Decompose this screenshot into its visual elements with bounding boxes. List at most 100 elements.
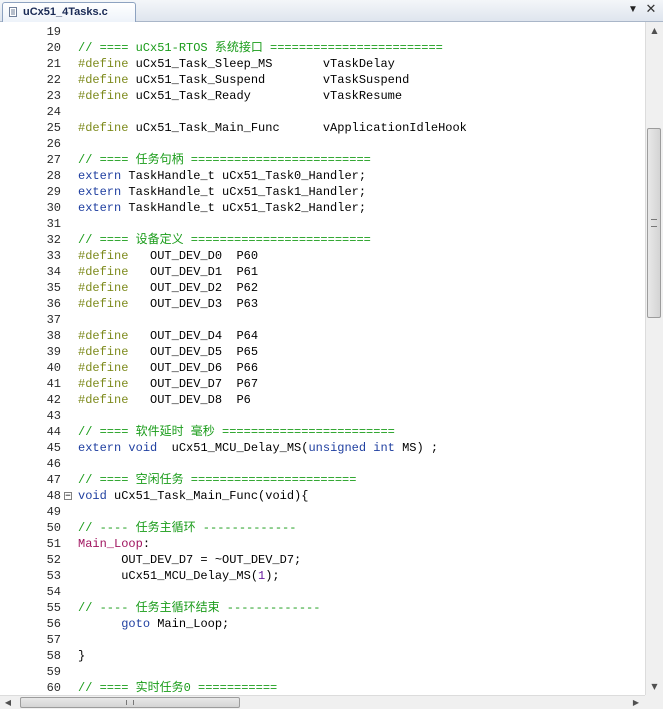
code-line[interactable]: 48− void uCx51_Task_Main_Func(void){ [0,488,645,504]
code-text: extern TaskHandle_t uCx51_Task0_Handler; [78,168,366,184]
code-token: #define [78,73,129,87]
code-token: #define [78,57,129,71]
code-token: void [78,489,107,503]
code-line[interactable]: 44 // ==== 软件延时 毫秒 ======================… [0,424,645,440]
code-token: OUT_DEV_D3 P63 [128,297,259,311]
code-line[interactable]: 35 #define OUT_DEV_D2 P62 [0,280,645,296]
code-text: void uCx51_Task_Main_Func(void){ [78,488,308,504]
code-line[interactable]: 51 Main_Loop: [0,536,645,552]
code-text: #define uCx51_Task_Suspend vTaskSuspend [78,72,409,88]
code-line[interactable]: 41 #define OUT_DEV_D7 P67 [0,376,645,392]
code-line[interactable]: 32 // ==== 设备定义 ========================= [0,232,645,248]
code-line[interactable]: 45 extern void uCx51_MCU_Delay_MS(unsigne… [0,440,645,456]
code-token: #define [78,345,129,359]
code-line[interactable]: 38 #define OUT_DEV_D4 P64 [0,328,645,344]
code-editor[interactable]: 19 20 // ==== uCx51-RTOS 系统接口 ============… [0,22,645,695]
scroll-left-icon[interactable]: ◀ [0,696,16,709]
code-line[interactable]: 57 [0,632,645,648]
code-line[interactable]: 47 // ==== 空闲任务 ======================= [0,472,645,488]
code-text: #define OUT_DEV_D8 P6 [78,392,251,408]
line-number: 20 [46,41,61,55]
code-token: #define [78,377,129,391]
code-line[interactable]: 40 #define OUT_DEV_D6 P66 [0,360,645,376]
file-icon [9,7,17,17]
code-line[interactable]: 36 #define OUT_DEV_D3 P63 [0,296,645,312]
code-line[interactable]: 42 #define OUT_DEV_D8 P6 [0,392,645,408]
line-number: 43 [46,409,61,423]
code-line[interactable]: 34 #define OUT_DEV_D1 P61 [0,264,645,280]
code-token: uCx51_MCU_Delay_MS( [78,569,259,583]
fold-collapse-icon[interactable]: − [64,492,72,501]
code-line[interactable]: 59 [0,664,645,680]
code-line[interactable]: 31 [0,216,645,232]
code-line[interactable]: 43 [0,408,645,424]
line-number: 49 [46,505,61,519]
code-text: #define OUT_DEV_D6 P66 [78,360,258,376]
line-number: 31 [46,217,61,231]
code-token: OUT_DEV_D1 P61 [128,265,259,279]
code-line[interactable]: 22 #define uCx51_Task_Suspend vTaskSuspen… [0,72,645,88]
code-line[interactable]: 28 extern TaskHandle_t uCx51_Task0_Handle… [0,168,645,184]
line-number: 36 [46,297,61,311]
file-tab[interactable]: uCx51_4Tasks.c [2,2,136,22]
code-token: // ==== 软件延时 毫秒 ======================== [78,425,395,439]
code-token: } [78,649,86,663]
code-line[interactable]: 56 goto Main_Loop; [0,616,645,632]
line-number: 47 [46,473,61,487]
code-line[interactable]: 26 [0,136,645,152]
line-number: 39 [46,345,61,359]
code-token: #define [78,121,129,135]
code-text: // ==== 软件延时 毫秒 ======================== [78,424,395,440]
code-line[interactable]: 33 #define OUT_DEV_D0 P60 [0,248,645,264]
code-line[interactable]: 60 // ==== 实时任务0 =========== [0,680,645,695]
code-token: #define [78,281,129,295]
code-text: Main_Loop: [78,536,150,552]
line-number: 54 [46,585,61,599]
code-line[interactable]: 46 [0,456,645,472]
code-token: MS) ; [394,441,439,455]
line-number: 37 [46,313,61,327]
code-text: #define OUT_DEV_D7 P67 [78,376,258,392]
code-line[interactable]: 23 #define uCx51_Task_Ready vTaskResume [0,88,645,104]
scroll-right-icon[interactable]: ▶ [628,696,644,709]
code-line[interactable]: 37 [0,312,645,328]
code-line[interactable]: 27 // ==== 任务句柄 ========================= [0,152,645,168]
horizontal-scroll-thumb[interactable] [20,697,240,708]
code-token: Main_Loop [78,537,143,551]
code-text: #define OUT_DEV_D4 P64 [78,328,258,344]
code-line[interactable]: 25 #define uCx51_Task_Main_Func vApplicat… [0,120,645,136]
scroll-down-icon[interactable]: ▼ [646,678,663,695]
code-token: unsigned [308,441,367,455]
code-line[interactable]: 24 [0,104,645,120]
code-line[interactable]: 50 // ---- 任务主循环 ------------- [0,520,645,536]
code-text: // ==== uCx51-RTOS 系统接口 ================… [78,40,443,56]
code-token: Main_Loop; [150,617,230,631]
code-token: OUT_DEV_D2 P62 [128,281,259,295]
code-token: TaskHandle_t uCx51_Task1_Handler; [121,185,367,199]
code-line[interactable]: 30 extern TaskHandle_t uCx51_Task2_Handle… [0,200,645,216]
line-number: 24 [46,105,61,119]
code-line[interactable]: 19 [0,24,645,40]
code-line[interactable]: 20 // ==== uCx51-RTOS 系统接口 ==============… [0,40,645,56]
code-line[interactable]: 49 [0,504,645,520]
line-number: 35 [46,281,61,295]
tab-list-dropdown-icon[interactable]: ▼ [626,3,640,17]
code-line[interactable]: 39 #define OUT_DEV_D5 P65 [0,344,645,360]
code-line[interactable]: 21 #define uCx51_Task_Sleep_MS vTaskDelay [0,56,645,72]
code-text: #define OUT_DEV_D3 P63 [78,296,258,312]
horizontal-scrollbar[interactable]: ◀ ▶ [0,695,645,709]
code-line[interactable]: 53 uCx51_MCU_Delay_MS(1); [0,568,645,584]
code-line[interactable]: 58} [0,648,645,664]
vertical-scrollbar[interactable]: ▲ ▼ [645,22,663,695]
code-text: goto Main_Loop; [78,616,229,632]
file-tab-title: uCx51_4Tasks.c [23,6,108,18]
code-line[interactable]: 54 [0,584,645,600]
code-line[interactable]: 52 OUT_DEV_D7 = ~OUT_DEV_D7; [0,552,645,568]
line-number: 40 [46,361,61,375]
scroll-up-icon[interactable]: ▲ [646,22,663,39]
code-line[interactable]: 55 // ---- 任务主循环结束 ------------- [0,600,645,616]
code-line[interactable]: 29 extern TaskHandle_t uCx51_Task1_Handle… [0,184,645,200]
scrollbar-corner [645,695,663,709]
close-icon[interactable]: ✕ [644,3,658,17]
vertical-scroll-thumb[interactable] [647,128,661,318]
